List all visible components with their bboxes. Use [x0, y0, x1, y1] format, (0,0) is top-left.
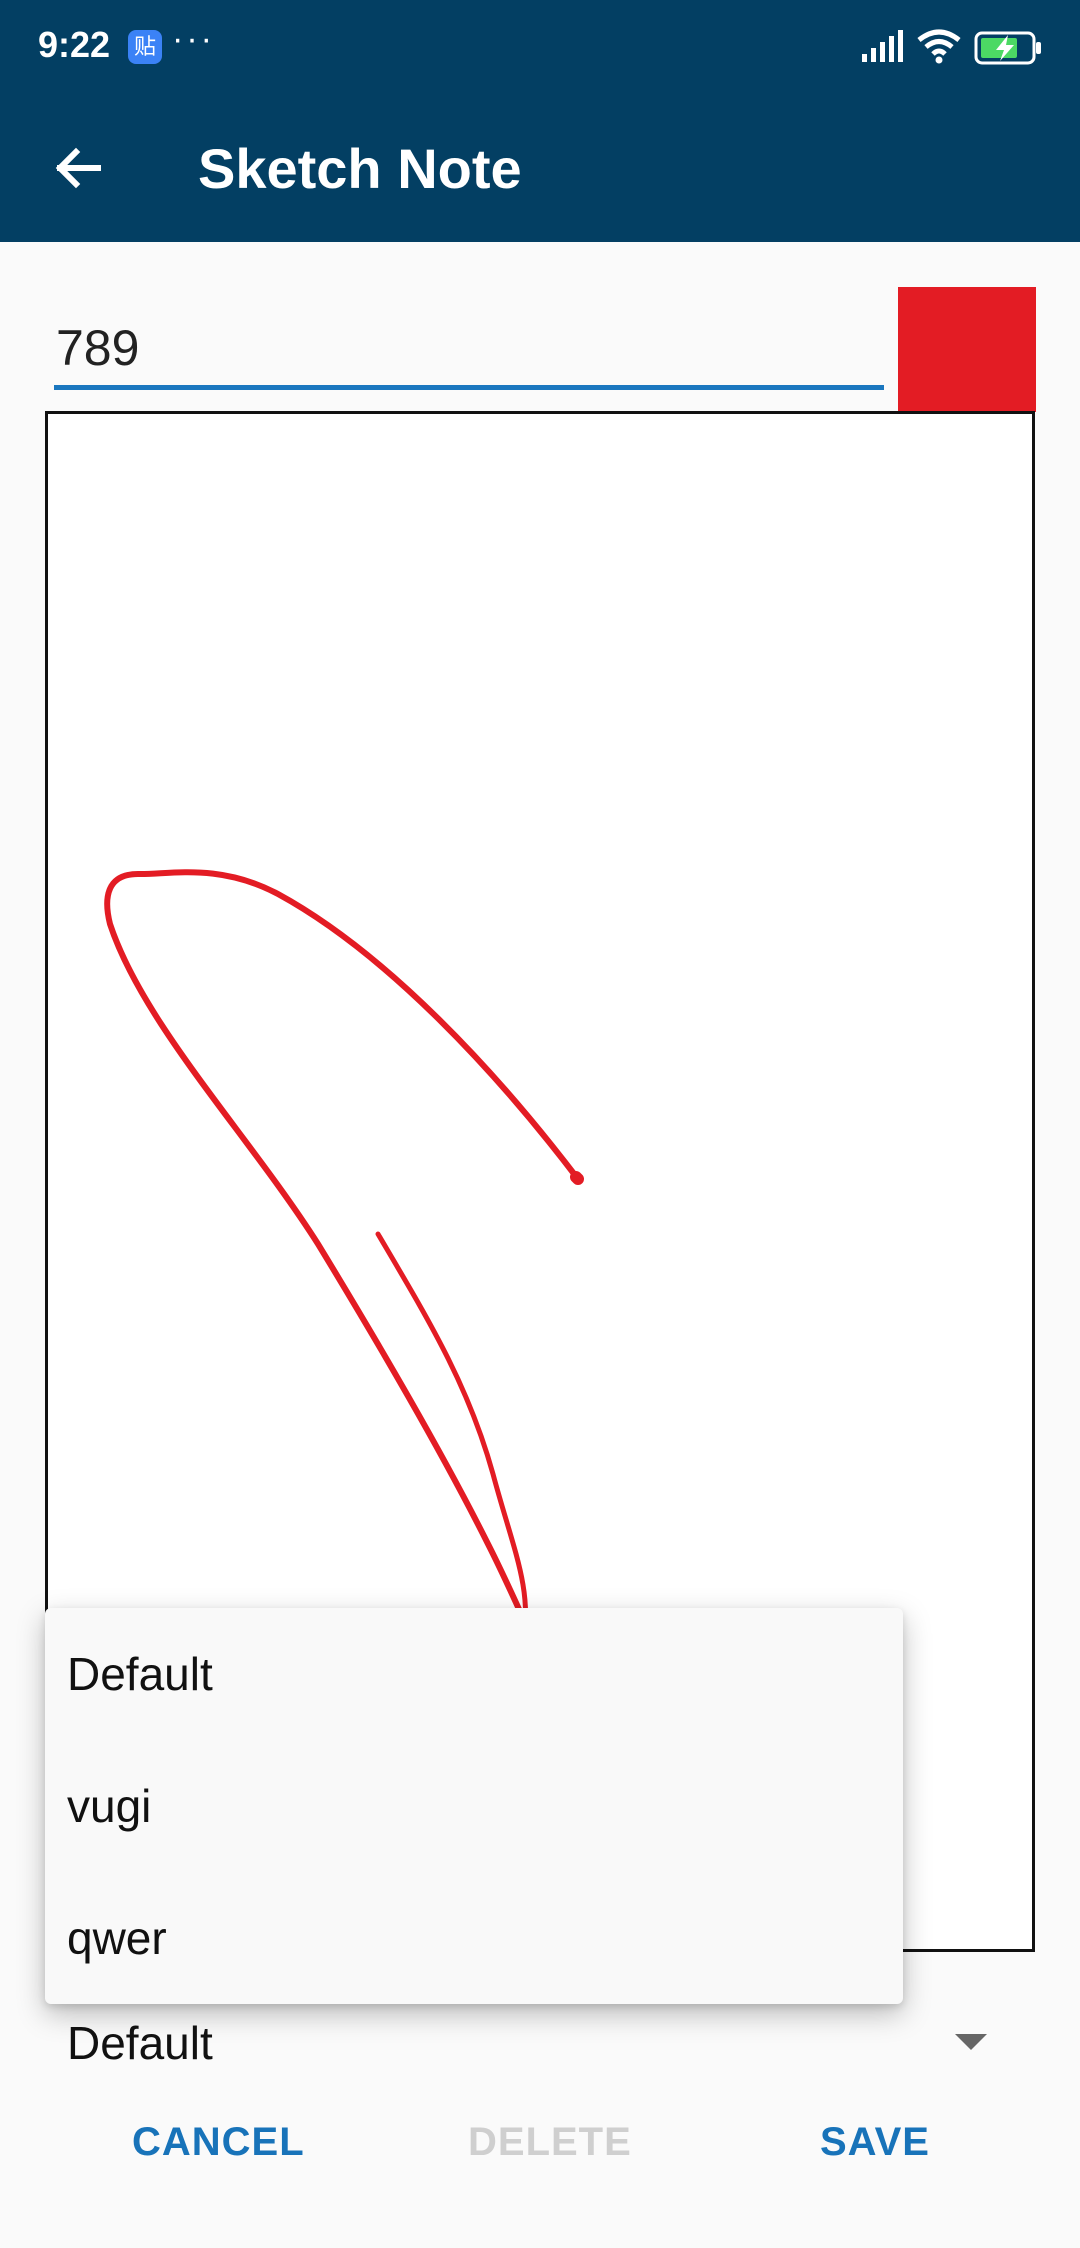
wifi-icon: [917, 29, 961, 64]
note-title-input[interactable]: [54, 310, 884, 390]
category-selected-value: Default: [67, 2017, 213, 2069]
status-time: 9:22: [38, 24, 111, 65]
delete-button[interactable]: DELETE: [468, 2120, 632, 2165]
dropdown-option-default[interactable]: Default: [45, 1608, 903, 1740]
category-select[interactable]: Default: [45, 2004, 1035, 2090]
category-dropdown-menu: Default vugi qwer: [45, 1608, 903, 2004]
dropdown-option-qwer[interactable]: qwer: [45, 1872, 903, 2004]
tieba-notification-icon: 贴: [128, 30, 162, 64]
save-button[interactable]: SAVE: [820, 2120, 930, 2165]
arrow-left-icon[interactable]: [50, 140, 106, 196]
page-title: Sketch Note: [198, 137, 522, 200]
status-bar: 9:22 贴 ···: [0, 0, 1080, 96]
more-notifications-icon: ···: [172, 20, 215, 58]
sketch-stroke-2: [570, 1171, 584, 1185]
cancel-button[interactable]: CANCEL: [132, 2120, 305, 2165]
sketch-stroke-1: [104, 869, 581, 1702]
dropdown-option-vugi[interactable]: vugi: [45, 1740, 903, 1872]
color-picker-swatch[interactable]: [898, 287, 1036, 412]
battery-charging-icon: [974, 31, 1041, 65]
app-bar: Sketch Note: [0, 96, 1080, 242]
signal-icon: [862, 30, 903, 62]
action-bar: CANCEL DELETE SAVE: [0, 2090, 1080, 2248]
chevron-down-icon: [955, 2034, 987, 2050]
